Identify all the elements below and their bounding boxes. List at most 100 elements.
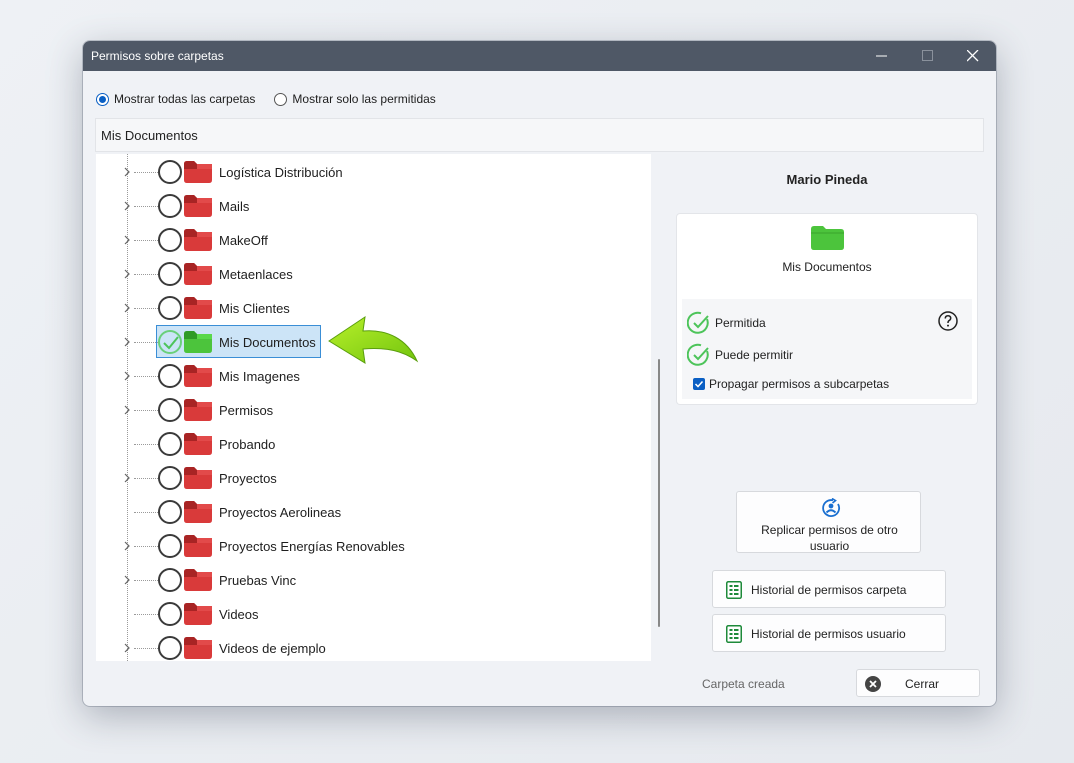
minimize-icon	[876, 55, 887, 57]
folder-red-icon	[184, 501, 212, 523]
selected-folder-name: Mis Documentos	[782, 260, 872, 274]
tree-item-label: Mails	[219, 199, 250, 214]
user-history-button[interactable]: Historial de permisos usuario	[712, 614, 946, 652]
chevron-right-icon[interactable]	[123, 235, 131, 245]
tree-item-label: Mis Documentos	[219, 335, 316, 350]
tree-item[interactable]: Logística Distribución	[96, 155, 636, 189]
current-path: Mis Documentos	[95, 118, 984, 152]
folder-filter: Mostrar todas las carpetas Mostrar solo …	[96, 91, 455, 107]
permissions-dialog: Permisos sobre carpetas Mostrar todas la…	[83, 41, 996, 706]
user-history-label: Historial de permisos usuario	[751, 627, 906, 641]
propagate-option[interactable]: Propagar permisos a subcarpetas	[693, 377, 889, 391]
tree-connector	[134, 580, 158, 581]
chevron-right-icon[interactable]	[123, 303, 131, 313]
tree-item[interactable]: Proyectos Energías Renovables	[96, 529, 636, 563]
show-allowed-radio[interactable]	[274, 92, 288, 106]
close-circle-icon	[865, 676, 881, 692]
tree-item[interactable]: Proyectos	[96, 461, 636, 495]
puede-permitir-label: Puede permitir	[715, 348, 794, 362]
permission-toggle[interactable]	[158, 262, 182, 286]
permission-toggle[interactable]	[158, 568, 182, 592]
close-icon	[967, 50, 979, 62]
folder-history-button[interactable]: Historial de permisos carpeta	[712, 570, 946, 608]
tree-connector	[134, 648, 158, 649]
tree-connector	[134, 546, 158, 547]
chevron-right-icon[interactable]	[123, 541, 131, 551]
permission-toggle[interactable]	[158, 534, 182, 558]
replicate-permissions-button[interactable]: Replicar permisos de otro usuario	[736, 491, 921, 553]
minimize-button[interactable]	[859, 41, 905, 71]
permission-toggle[interactable]	[158, 194, 182, 218]
permission-box: Permitida Puede permitir Propagar permis…	[682, 299, 972, 399]
chevron-right-icon[interactable]	[123, 167, 131, 177]
permission-toggle[interactable]	[158, 160, 182, 184]
maximize-icon	[922, 50, 933, 61]
check-circle-icon	[687, 343, 709, 366]
tree-connector	[134, 376, 158, 377]
chevron-right-icon[interactable]	[123, 405, 131, 415]
tree-item[interactable]: Metaenlaces	[96, 257, 636, 291]
folder-card: Mis Documentos Permitida Puede permitir	[677, 214, 977, 404]
tree-item[interactable]: MakeOff	[96, 223, 636, 257]
show-allowed-option[interactable]: Mostrar solo las permitidas	[274, 92, 436, 106]
tree-item[interactable]: Videos de ejemplo	[96, 631, 636, 661]
permission-toggle[interactable]	[158, 432, 182, 456]
folder-red-icon	[184, 433, 212, 455]
folder-red-icon	[184, 637, 212, 659]
user-sync-icon	[822, 498, 841, 517]
folder-red-icon	[184, 535, 212, 557]
permission-toggle[interactable]	[158, 228, 182, 252]
permission-toggle[interactable]	[158, 466, 182, 490]
tree-item[interactable]: Videos	[96, 597, 636, 631]
folder-red-icon	[184, 297, 212, 319]
folder-red-icon	[184, 365, 212, 387]
tree-item[interactable]: Permisos	[96, 393, 636, 427]
checkmark-icon	[694, 380, 704, 388]
tree-connector	[134, 478, 158, 479]
chevron-right-icon[interactable]	[123, 643, 131, 653]
pointer-arrow-icon	[315, 311, 419, 372]
tree-connector	[134, 512, 158, 513]
tree-item-label: Metaenlaces	[219, 267, 293, 282]
folder-tree[interactable]: Logística Distribución Mails MakeOff Metaen…	[96, 154, 651, 661]
show-allowed-label: Mostrar solo las permitidas	[292, 92, 436, 106]
propagate-checkbox[interactable]	[693, 378, 705, 390]
tree-item[interactable]: Proyectos Aerolineas	[96, 495, 636, 529]
permitida-row[interactable]: Permitida	[687, 310, 766, 336]
puede-permitir-row[interactable]: Puede permitir	[687, 342, 793, 368]
tree-connector	[134, 342, 158, 343]
folder-red-icon	[184, 467, 212, 489]
permission-toggle[interactable]	[158, 500, 182, 524]
permission-toggle[interactable]	[158, 364, 182, 388]
help-icon[interactable]	[938, 311, 958, 331]
chevron-right-icon[interactable]	[123, 337, 131, 347]
chevron-right-icon[interactable]	[123, 269, 131, 279]
permission-toggle[interactable]	[158, 296, 182, 320]
chevron-right-icon[interactable]	[123, 201, 131, 211]
tree-item[interactable]: Probando	[96, 427, 636, 461]
close-button[interactable]	[950, 41, 996, 71]
permission-toggle[interactable]	[158, 602, 182, 626]
tree-item[interactable]: Pruebas Vinc	[96, 563, 636, 597]
close-dialog-button[interactable]: Cerrar	[856, 669, 980, 697]
folder-red-icon	[184, 603, 212, 625]
tree-item-label: Permisos	[219, 403, 274, 418]
tree-connector	[134, 444, 158, 445]
chevron-right-icon[interactable]	[123, 371, 131, 381]
show-all-label: Mostrar todas las carpetas	[114, 92, 256, 106]
chevron-right-icon[interactable]	[123, 473, 131, 483]
propagate-label: Propagar permisos a subcarpetas	[709, 377, 890, 391]
permission-toggle[interactable]	[158, 398, 182, 422]
tree-connector	[134, 206, 158, 207]
tree-item-label: Probando	[219, 437, 276, 452]
permission-toggle[interactable]	[158, 636, 182, 660]
chevron-right-icon[interactable]	[123, 575, 131, 585]
tree-item-label: Proyectos Aerolineas	[219, 505, 342, 520]
show-all-option[interactable]: Mostrar todas las carpetas	[96, 92, 255, 106]
folder-green-icon	[811, 226, 844, 250]
show-all-radio[interactable]	[96, 92, 109, 106]
tree-scrollbar[interactable]	[658, 359, 660, 627]
tree-item[interactable]: Mails	[96, 189, 636, 223]
user-name: Mario Pineda	[786, 172, 868, 187]
maximize-button[interactable]	[905, 41, 951, 71]
